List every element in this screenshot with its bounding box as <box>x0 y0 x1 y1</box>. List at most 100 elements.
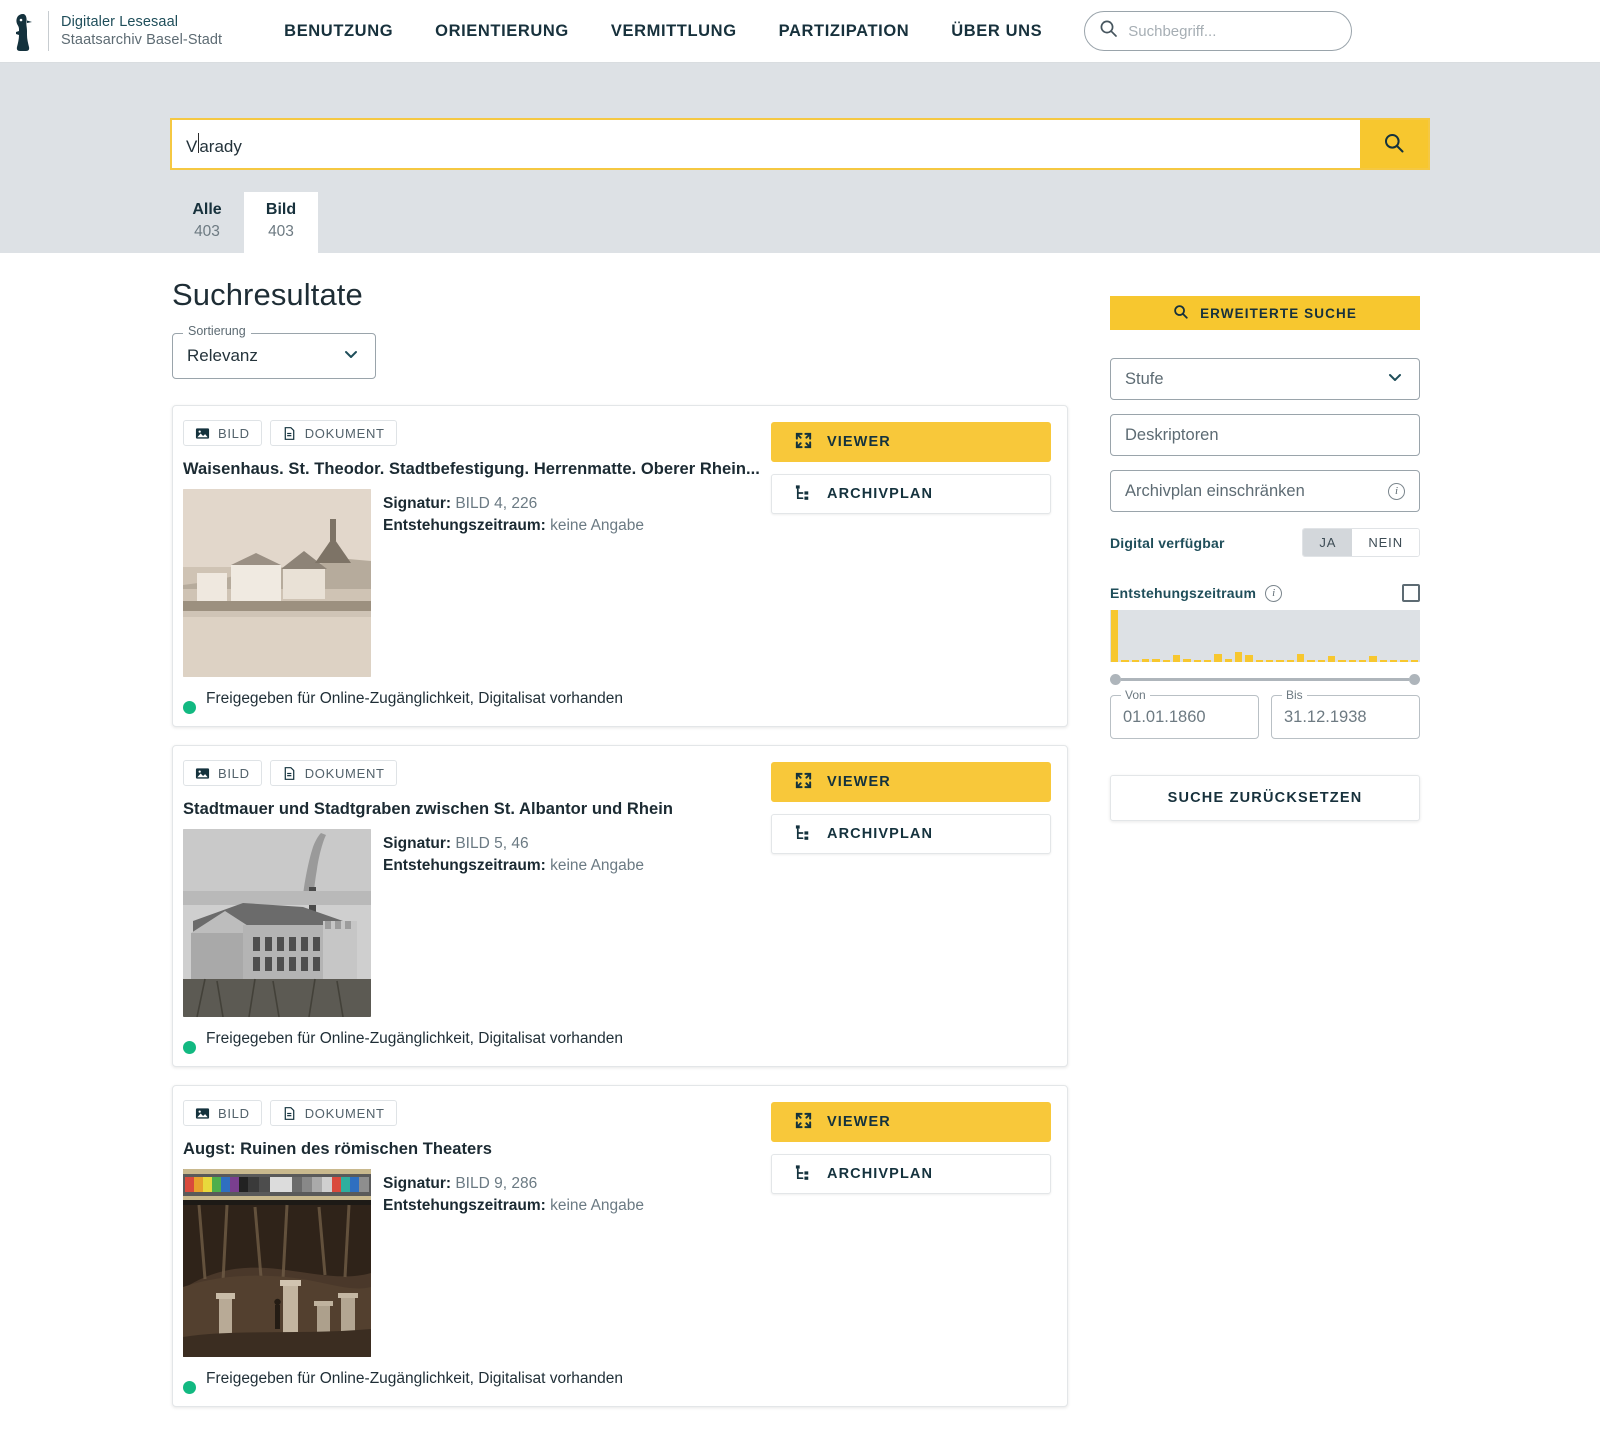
result-thumbnail[interactable] <box>183 489 371 677</box>
tab-alle[interactable]: Alle 403 <box>170 192 244 253</box>
nav-item-partizipation[interactable]: PARTIZIPATION <box>779 22 910 41</box>
chip-dokument-label: DOKUMENT <box>304 425 385 441</box>
stufe-placeholder: Stufe <box>1125 369 1164 388</box>
nav-item-ueber-uns[interactable]: ÜBER UNS <box>951 22 1042 41</box>
date-to-caption: Bis <box>1282 688 1307 702</box>
archivplan-einschraenken-input[interactable]: Archivplan einschränken i <box>1110 470 1420 512</box>
date-range-row: Von 01.01.1860 Bis 31.12.1938 <box>1110 688 1440 739</box>
nav-item-benutzung[interactable]: BENUTZUNG <box>284 22 393 41</box>
result-title[interactable]: Waisenhaus. St. Theodor. Stadtbefestigun… <box>183 460 768 479</box>
digital-option-ja[interactable]: JA <box>1303 529 1353 556</box>
histogram-bar <box>1214 653 1222 662</box>
chip-bild-label: BILD <box>218 425 250 441</box>
status-badge: Freigegeben für Online-Zugänglichkeit, D… <box>183 689 771 714</box>
chip-dokument[interactable]: DOKUMENT <box>269 1100 397 1126</box>
brand-divider <box>48 11 49 51</box>
tree-icon <box>794 823 813 846</box>
signatur-label: Signatur: <box>383 495 452 512</box>
header-search-input[interactable] <box>1126 21 1338 41</box>
sort-select[interactable]: Sortierung Relevanz <box>172 324 376 379</box>
signatur-label: Signatur: <box>383 1175 452 1192</box>
brand-logo[interactable]: Digitaler Lesesaal Staatsarchiv Basel-St… <box>10 11 222 51</box>
header-search-box[interactable] <box>1084 11 1353 51</box>
entstehungszeitraum-slider[interactable] <box>1110 674 1420 685</box>
search-hero: Varady Alle 403 Bild 403 <box>0 63 1600 253</box>
archivplan-button-label: ARCHIVPLAN <box>827 826 934 842</box>
entstehungszeitraum-checkbox[interactable] <box>1402 584 1420 602</box>
chip-bild[interactable]: BILD <box>183 760 262 786</box>
entstehungszeitraum-histogram[interactable] <box>1110 610 1420 662</box>
search-icon <box>1383 132 1405 157</box>
tab-bild-count: 403 <box>268 223 294 240</box>
slider-knob-right[interactable] <box>1409 674 1420 685</box>
histogram-bar <box>1142 659 1150 662</box>
result-metadata: Signatur: BILD 4, 226 Entstehungszeitrau… <box>383 489 644 677</box>
chip-bild[interactable]: BILD <box>183 420 262 446</box>
digital-verfuegbar-label: Digital verfügbar <box>1110 534 1225 551</box>
histogram-bar <box>1359 660 1367 662</box>
result-title[interactable]: Stadtmauer und Stadtgraben zwischen St. … <box>183 800 768 819</box>
digital-option-nein[interactable]: NEIN <box>1352 529 1419 556</box>
brand-subtitle: Staatsarchiv Basel-Stadt <box>61 32 223 48</box>
suche-zuruecksetzen-button[interactable]: SUCHE ZURÜCKSETZEN <box>1110 775 1420 821</box>
slider-rail[interactable] <box>1121 678 1409 681</box>
histogram-bar <box>1338 660 1346 662</box>
date-to-field[interactable]: Bis 31.12.1938 <box>1271 688 1420 739</box>
info-icon[interactable]: i <box>1388 482 1405 500</box>
archivplan-button[interactable]: ARCHIVPLAN <box>771 814 1051 854</box>
slider-knob-left[interactable] <box>1110 674 1121 685</box>
archivplan-button[interactable]: ARCHIVPLAN <box>771 474 1051 514</box>
search-icon <box>1173 304 1189 323</box>
page-body: Suchresultate Sortierung Relevanz BILD D… <box>0 253 1600 1425</box>
histogram-bar <box>1255 660 1263 662</box>
histogram-bar <box>1183 659 1191 662</box>
viewer-button-label: VIEWER <box>827 1114 891 1130</box>
result-card[interactable]: BILD DOKUMENT Waisenhaus. St. Theodor. S… <box>172 405 1068 727</box>
chip-dokument[interactable]: DOKUMENT <box>269 760 397 786</box>
expand-icon <box>794 1111 813 1134</box>
date-from-field[interactable]: Von 01.01.1860 <box>1110 688 1259 739</box>
archivplan-button-label: ARCHIVPLAN <box>827 1166 934 1182</box>
chip-bild[interactable]: BILD <box>183 1100 262 1126</box>
expand-icon <box>794 431 813 454</box>
viewer-button-label: VIEWER <box>827 434 891 450</box>
zeitraum-label: Entstehungszeitraum: <box>383 517 546 534</box>
signatur-label: Signatur: <box>383 835 452 852</box>
search-value-after-caret: arady <box>199 136 242 156</box>
erweiterte-suche-button[interactable]: ERWEITERTE SUCHE <box>1110 296 1420 330</box>
histogram-bar <box>1297 653 1305 662</box>
stufe-select[interactable]: Stufe <box>1110 358 1420 400</box>
result-thumbnail[interactable] <box>183 1169 371 1357</box>
text-caret <box>198 132 200 153</box>
result-metadata: Signatur: BILD 9, 286 Entstehungszeitrau… <box>383 1169 644 1357</box>
search-submit-button[interactable] <box>1360 120 1428 168</box>
chip-dokument[interactable]: DOKUMENT <box>269 420 397 446</box>
result-card[interactable]: BILD DOKUMENT Augst: Ruinen des römische… <box>172 1085 1068 1407</box>
status-text: Freigegeben für Online-Zugänglichkeit, D… <box>206 1370 624 1387</box>
histogram-bar <box>1173 654 1181 662</box>
archivplan-button[interactable]: ARCHIVPLAN <box>771 1154 1051 1194</box>
status-dot-icon <box>183 1381 196 1394</box>
viewer-button[interactable]: VIEWER <box>771 762 1051 802</box>
main-search-input[interactable]: Varady <box>172 120 1360 168</box>
histogram-bar <box>1193 659 1201 662</box>
result-title[interactable]: Augst: Ruinen des römischen Theaters <box>183 1140 768 1159</box>
deskriptoren-input[interactable]: Deskriptoren <box>1110 414 1420 456</box>
signatur-value: BILD 9, 286 <box>455 1175 538 1192</box>
signatur-value: BILD 5, 46 <box>455 835 529 852</box>
result-thumbnail[interactable] <box>183 829 371 1017</box>
digital-verfuegbar-toggle[interactable]: JA NEIN <box>1302 528 1420 557</box>
info-icon[interactable]: i <box>1265 584 1283 602</box>
zeitraum-value: keine Angabe <box>550 1197 645 1214</box>
nav-item-orientierung[interactable]: ORIENTIERUNG <box>435 22 569 41</box>
viewer-button[interactable]: VIEWER <box>771 1102 1051 1142</box>
histogram-bar <box>1348 660 1356 662</box>
main-search-bar[interactable]: Varady <box>170 118 1430 170</box>
viewer-button[interactable]: VIEWER <box>771 422 1051 462</box>
filter-sidebar: ERWEITERTE SUCHE Stufe Deskriptoren Arch… <box>1110 253 1440 1425</box>
search-icon <box>1099 19 1118 43</box>
nav-item-vermittlung[interactable]: VERMITTLUNG <box>611 22 737 41</box>
entstehungszeitraum-row: Entstehungszeitraum i <box>1110 584 1420 602</box>
result-card[interactable]: BILD DOKUMENT Stadtmauer und Stadtgraben… <box>172 745 1068 1067</box>
tab-bild[interactable]: Bild 403 <box>244 192 318 253</box>
